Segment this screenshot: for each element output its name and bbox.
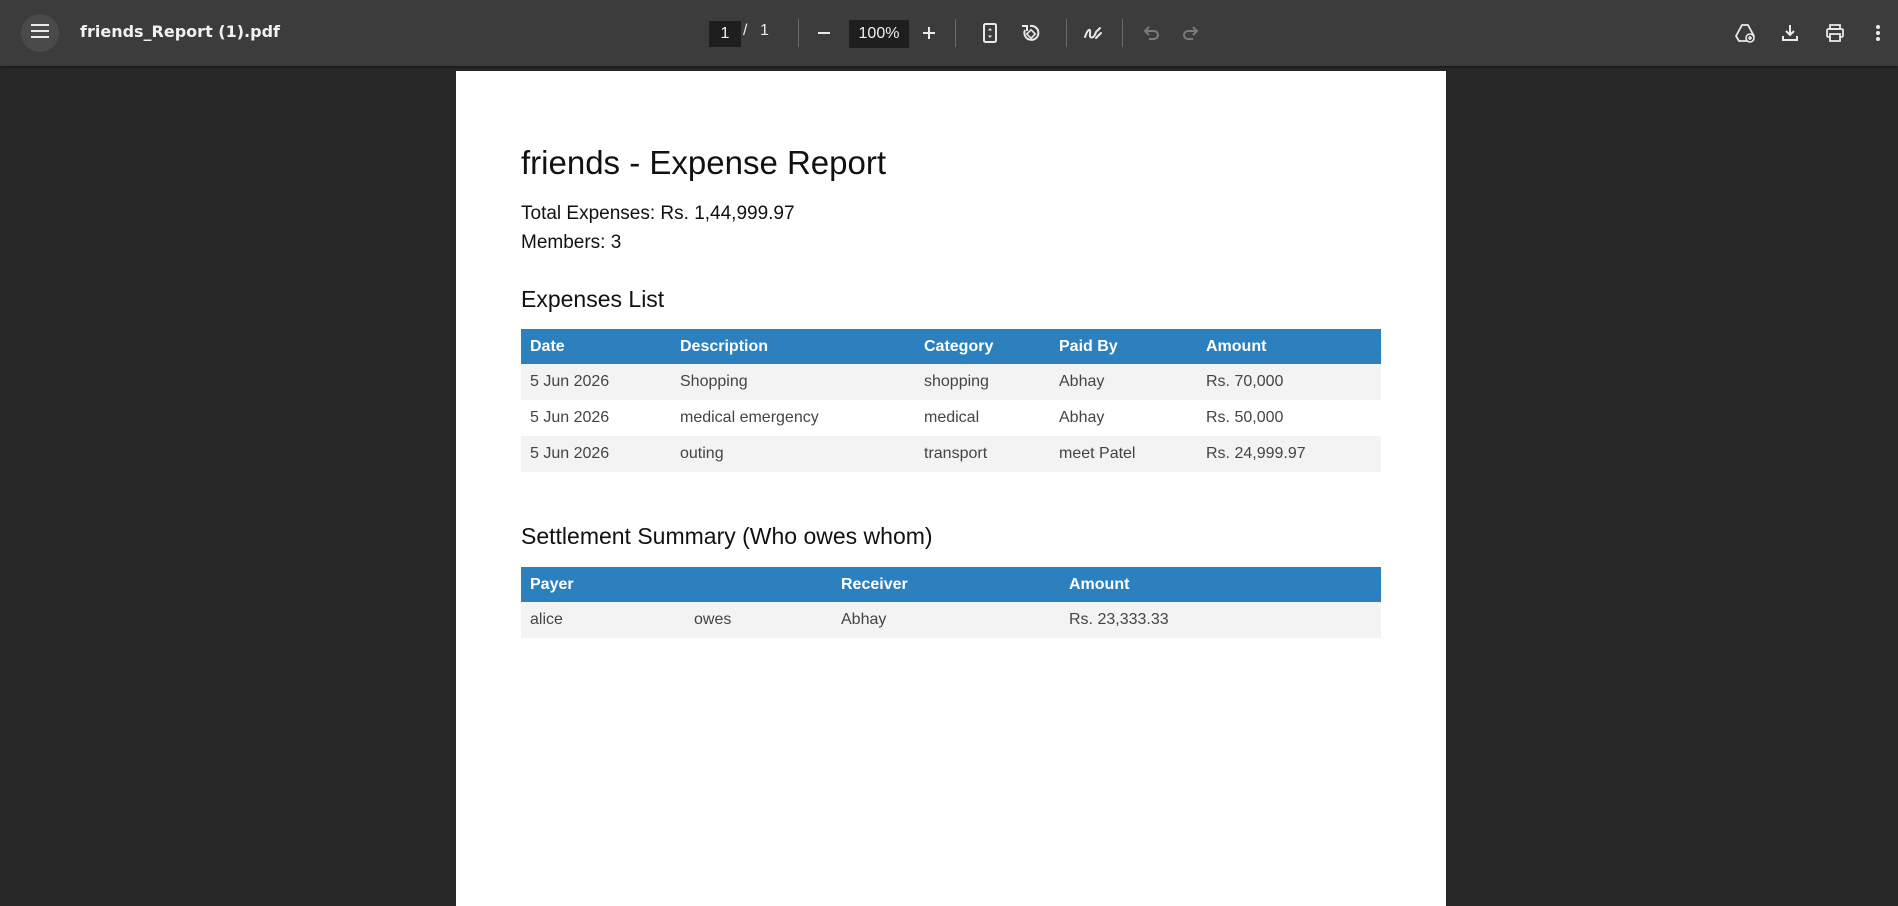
download-icon bbox=[1782, 25, 1798, 41]
table-row: 5 Jun 2026 Shopping shopping Abhay Rs. 7… bbox=[521, 364, 1381, 400]
print-icon bbox=[1826, 24, 1844, 42]
toolbar-divider bbox=[1066, 19, 1067, 47]
expenses-table: Date Description Category Paid By Amount… bbox=[521, 329, 1381, 472]
table-header-row: Date Description Category Paid By Amount bbox=[521, 329, 1381, 364]
table-cell: transport bbox=[915, 436, 1050, 472]
toolbar-divider bbox=[955, 19, 956, 47]
save-to-drive-icon bbox=[1735, 24, 1755, 43]
table-cell: Rs. 70,000 bbox=[1197, 364, 1381, 400]
expenses-heading: Expenses List bbox=[521, 286, 665, 312]
rotate-button[interactable] bbox=[1014, 17, 1046, 49]
rotate-icon bbox=[1022, 24, 1040, 41]
undo-button[interactable] bbox=[1135, 17, 1167, 49]
toolbar-divider bbox=[1122, 19, 1123, 47]
column-header: Description bbox=[671, 329, 915, 364]
table-header-row: Payer Receiver Amount bbox=[521, 567, 1381, 602]
print-button[interactable] bbox=[1819, 17, 1851, 49]
zoom-out-button[interactable] bbox=[808, 17, 840, 49]
settlement-heading: Settlement Summary (Who owes whom) bbox=[521, 523, 933, 549]
page-total: 1 bbox=[760, 22, 769, 39]
table-cell: Abhay bbox=[1050, 364, 1197, 400]
more-options-button[interactable] bbox=[1866, 17, 1890, 49]
table-cell: shopping bbox=[915, 364, 1050, 400]
column-header: Receiver bbox=[832, 567, 1060, 602]
table-cell: Shopping bbox=[671, 364, 915, 400]
fit-page-icon bbox=[983, 23, 997, 43]
zoom-out-icon bbox=[818, 32, 830, 34]
column-header: Amount bbox=[1197, 329, 1381, 364]
annotate-icon bbox=[1084, 27, 1102, 39]
settlement-table: Payer Receiver Amount alice owes Abhay R… bbox=[521, 567, 1381, 638]
zoom-in-button[interactable] bbox=[913, 17, 945, 49]
zoom-in-icon bbox=[923, 27, 935, 39]
table-row: 5 Jun 2026 medical emergency medical Abh… bbox=[521, 400, 1381, 436]
table-cell: meet Patel bbox=[1050, 436, 1197, 472]
more-vert-icon bbox=[1876, 25, 1880, 41]
column-header: Payer bbox=[521, 567, 685, 602]
table-cell: medical bbox=[915, 400, 1050, 436]
document-title: friends_Report (1).pdf bbox=[80, 22, 280, 41]
zoom-level-input[interactable] bbox=[849, 20, 909, 48]
save-to-drive-button[interactable] bbox=[1729, 17, 1761, 49]
table-cell: Abhay bbox=[832, 602, 1060, 638]
column-header: Paid By bbox=[1050, 329, 1197, 364]
menu-icon bbox=[31, 23, 49, 43]
table-cell: 5 Jun 2026 bbox=[521, 436, 671, 472]
table-cell: medical emergency bbox=[671, 400, 915, 436]
table-row: alice owes Abhay Rs. 23,333.33 bbox=[521, 602, 1381, 638]
column-header bbox=[685, 567, 832, 602]
table-cell: alice bbox=[521, 602, 685, 638]
undo-icon bbox=[1143, 26, 1159, 40]
table-row: 5 Jun 2026 outing transport meet Patel R… bbox=[521, 436, 1381, 472]
table-cell: outing bbox=[671, 436, 915, 472]
annotate-button[interactable] bbox=[1077, 17, 1109, 49]
redo-button[interactable] bbox=[1175, 17, 1207, 49]
page-separator: / bbox=[743, 22, 748, 39]
column-header: Date bbox=[521, 329, 671, 364]
redo-icon bbox=[1183, 26, 1199, 40]
download-button[interactable] bbox=[1774, 17, 1806, 49]
menu-button[interactable] bbox=[21, 14, 59, 52]
members-count: Members: 3 bbox=[521, 232, 622, 253]
total-expenses: Total Expenses: Rs. 1,44,999.97 bbox=[521, 203, 795, 224]
table-cell: Rs. 23,333.33 bbox=[1060, 602, 1381, 638]
report-title: friends - Expense Report bbox=[521, 144, 887, 181]
column-header: Category bbox=[915, 329, 1050, 364]
table-cell: Rs. 50,000 bbox=[1197, 400, 1381, 436]
table-cell: 5 Jun 2026 bbox=[521, 364, 671, 400]
table-cell: 5 Jun 2026 bbox=[521, 400, 671, 436]
table-cell: Abhay bbox=[1050, 400, 1197, 436]
page-number-input[interactable] bbox=[709, 21, 741, 47]
pdf-toolbar: friends_Report (1).pdf / 1 bbox=[0, 0, 1898, 66]
column-header: Amount bbox=[1060, 567, 1381, 602]
toolbar-divider bbox=[798, 19, 799, 47]
table-cell: owes bbox=[685, 602, 832, 638]
pdf-page: friends - Expense Report Total Expenses:… bbox=[456, 71, 1446, 906]
table-cell: Rs. 24,999.97 bbox=[1197, 436, 1381, 472]
fit-page-button[interactable] bbox=[974, 17, 1006, 49]
